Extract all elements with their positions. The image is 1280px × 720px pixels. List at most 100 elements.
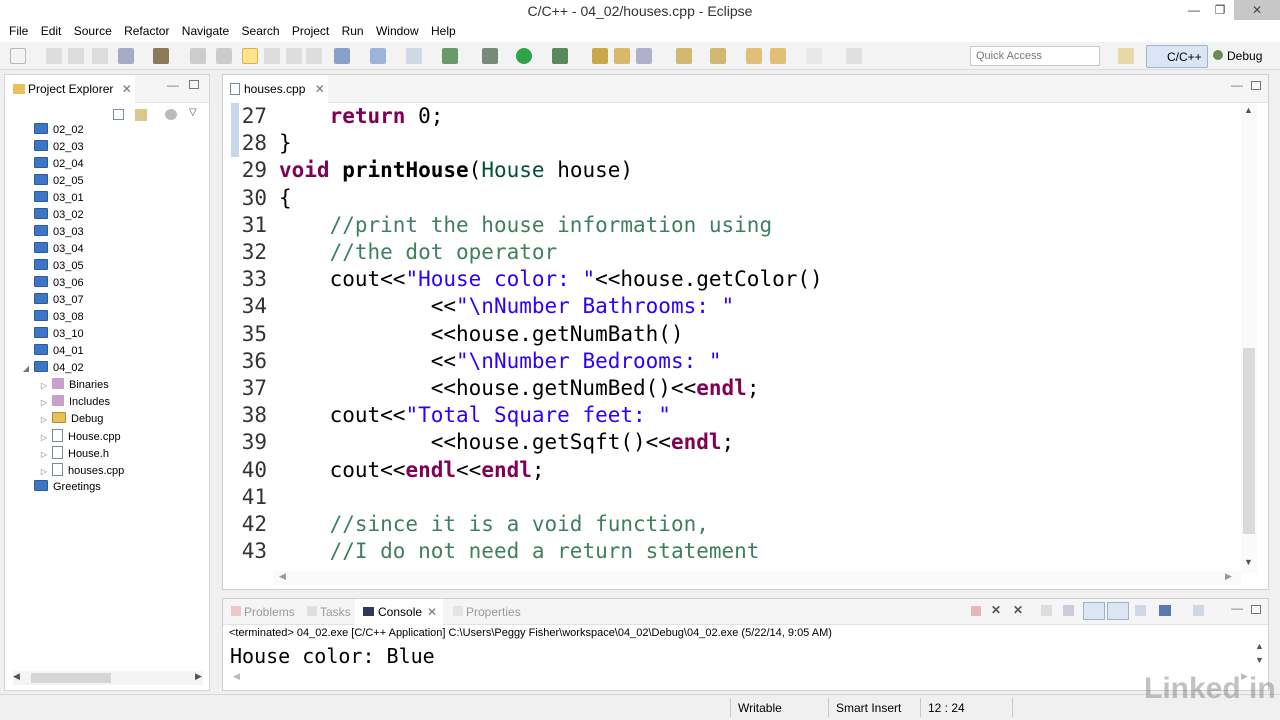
- explorer-hscroll[interactable]: ◀ ▶: [13, 671, 203, 685]
- clear-console-icon[interactable]: [1041, 605, 1052, 616]
- collapsed-icon[interactable]: ▷: [39, 433, 49, 442]
- open-perspective-icon[interactable]: [1118, 48, 1134, 64]
- tree-item[interactable]: 03_01: [21, 191, 84, 208]
- minimize-button[interactable]: —: [1180, 0, 1208, 20]
- new-icon[interactable]: [10, 48, 26, 64]
- tree-item[interactable]: 03_03: [21, 225, 84, 242]
- block-select-icon[interactable]: [286, 48, 302, 64]
- tree-item[interactable]: ▷ houses.cpp: [39, 463, 124, 480]
- scroll-left-icon[interactable]: ◀: [13, 671, 20, 682]
- scroll-up-icon[interactable]: ▲: [1255, 641, 1264, 651]
- tree-item[interactable]: ▷ House.cpp: [39, 429, 121, 446]
- tree-item[interactable]: 03_04: [21, 242, 84, 259]
- pin-console-icon[interactable]: [1135, 605, 1146, 616]
- back-icon[interactable]: [770, 48, 786, 64]
- tab-properties[interactable]: Properties: [453, 605, 521, 619]
- debug-icon[interactable]: [482, 48, 498, 64]
- menu-help[interactable]: Help: [427, 22, 461, 38]
- remove-all-launches-icon[interactable]: ✕: [1013, 603, 1023, 617]
- save-all-icon[interactable]: [68, 48, 84, 64]
- scroll-thumb[interactable]: [1243, 348, 1255, 534]
- word-wrap-icon[interactable]: [1083, 602, 1105, 620]
- perspective-debug-button[interactable]: Debug: [1213, 49, 1262, 63]
- tree-item[interactable]: 03_05: [21, 259, 84, 276]
- perspective-cc-button[interactable]: C/C++: [1146, 45, 1208, 68]
- tree-item[interactable]: 02_05: [21, 174, 84, 191]
- open-console-icon[interactable]: [1193, 605, 1204, 616]
- show-whitespace-icon[interactable]: [306, 48, 322, 64]
- menu-edit[interactable]: Edit: [37, 22, 67, 38]
- menu-navigate[interactable]: Navigate: [178, 22, 234, 38]
- tab-console[interactable]: Console ✕: [355, 599, 443, 625]
- print-icon[interactable]: [92, 48, 108, 64]
- refresh-icon[interactable]: [442, 48, 458, 64]
- prev-annotation-icon[interactable]: [710, 48, 726, 64]
- tree-item[interactable]: 04_01: [21, 344, 84, 361]
- collapsed-icon[interactable]: ▷: [39, 467, 49, 476]
- collapsed-icon[interactable]: ▷: [39, 415, 49, 424]
- tree-item[interactable]: 03_08: [21, 310, 84, 327]
- run-icon[interactable]: [516, 48, 532, 64]
- editor-vscroll[interactable]: ▲ ▼: [1241, 103, 1257, 573]
- code-area[interactable]: 27 return 0; 28} 29 void printHouse(House h…: [223, 103, 1243, 573]
- last-edit-icon[interactable]: [746, 48, 762, 64]
- collapsed-icon[interactable]: ▷: [39, 450, 49, 459]
- build-icon[interactable]: [153, 48, 169, 64]
- maximize-editor-icon[interactable]: [1251, 81, 1261, 90]
- new-folder-icon[interactable]: [370, 48, 386, 64]
- scroll-down-icon[interactable]: ▼: [1244, 557, 1253, 567]
- scroll-right-icon[interactable]: ▶: [195, 671, 202, 682]
- editor-hscroll[interactable]: ◀ ▶: [273, 571, 1241, 585]
- toggle-mark-icon[interactable]: [264, 48, 280, 64]
- collapsed-icon[interactable]: ▷: [39, 398, 49, 407]
- tree-item[interactable]: 02_04: [21, 157, 84, 174]
- maximize-button[interactable]: ❐: [1206, 0, 1234, 20]
- tree-item[interactable]: ▷ Includes: [39, 395, 110, 412]
- quick-access-input[interactable]: Quick Access: [970, 46, 1100, 66]
- scroll-up-icon[interactable]: ▲: [1244, 105, 1253, 115]
- display-console-icon[interactable]: [1159, 605, 1171, 616]
- debug-config-icon[interactable]: [190, 48, 206, 64]
- tree-item[interactable]: 03_06: [21, 276, 84, 293]
- tree-item[interactable]: 03_07: [21, 293, 84, 310]
- build-config-icon[interactable]: [118, 48, 134, 64]
- terminate-icon[interactable]: [971, 606, 981, 616]
- expanded-icon[interactable]: ◢: [21, 364, 31, 373]
- next-annotation-icon[interactable]: [676, 48, 692, 64]
- menu-window[interactable]: Window: [372, 22, 424, 38]
- tab-problems[interactable]: Problems: [231, 605, 295, 619]
- tree-item[interactable]: ▷ Binaries: [39, 378, 109, 395]
- menu-run[interactable]: Run: [338, 22, 369, 38]
- scroll-down-icon[interactable]: ▼: [1255, 655, 1264, 665]
- close-tab-icon[interactable]: ✕: [427, 605, 437, 619]
- show-console-icon[interactable]: [1107, 602, 1129, 620]
- close-button[interactable]: ✕: [1234, 0, 1280, 20]
- scroll-thumb[interactable]: [31, 673, 111, 683]
- remove-launch-icon[interactable]: ✕: [991, 603, 1001, 617]
- collapsed-icon[interactable]: ▷: [39, 381, 49, 390]
- menu-file[interactable]: File: [0, 22, 33, 38]
- new-file-icon[interactable]: [406, 48, 422, 64]
- tab-tasks[interactable]: Tasks: [307, 605, 351, 619]
- highlight-icon[interactable]: [242, 48, 258, 64]
- external-tools-icon[interactable]: [552, 48, 568, 64]
- scroll-lock-icon[interactable]: [1063, 605, 1074, 616]
- tab-houses-cpp[interactable]: houses.cpp ✕: [223, 75, 328, 103]
- tree-item[interactable]: 03_10: [21, 327, 84, 344]
- search-icon[interactable]: [636, 48, 652, 64]
- save-icon[interactable]: [46, 48, 62, 64]
- maximize-view-icon[interactable]: [1251, 605, 1261, 614]
- minimize-view-icon[interactable]: —: [1231, 601, 1243, 615]
- open-element-icon[interactable]: [614, 48, 630, 64]
- forward-icon[interactable]: [806, 48, 822, 64]
- close-tab-icon[interactable]: ✕: [315, 82, 325, 96]
- tree-item[interactable]: ▷ Debug: [39, 412, 103, 429]
- open-type-icon[interactable]: [592, 48, 608, 64]
- scroll-left-icon[interactable]: ◀: [279, 571, 286, 582]
- minimize-editor-icon[interactable]: —: [1231, 78, 1243, 92]
- new-class-icon[interactable]: [334, 48, 350, 64]
- tree-item[interactable]: ◢ 04_02: [21, 361, 84, 378]
- menu-refactor[interactable]: Refactor: [120, 22, 174, 38]
- skip-breakpoints-icon[interactable]: [216, 48, 232, 64]
- scroll-left-icon[interactable]: ◀: [233, 671, 240, 682]
